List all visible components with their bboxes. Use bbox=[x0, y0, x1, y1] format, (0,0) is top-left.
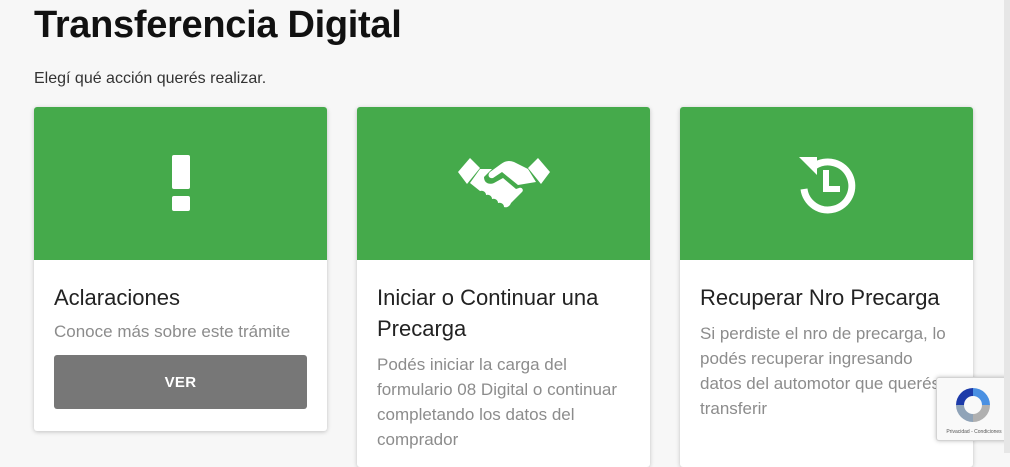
page-title: Transferencia Digital bbox=[34, 4, 402, 46]
recaptcha-links: Privacidad - Condiciones bbox=[937, 429, 1010, 435]
recaptcha-icon bbox=[956, 388, 990, 422]
card-media bbox=[357, 107, 650, 260]
page-subtitle: Elegí qué acción querés realizar. bbox=[34, 70, 267, 87]
history-icon bbox=[798, 156, 855, 213]
handshake-icon bbox=[457, 157, 550, 208]
page-scrollbar[interactable] bbox=[1004, 0, 1010, 453]
card-description: Conoce más sobre este trámite bbox=[54, 322, 291, 341]
card-title: Recuperar Nro Precarga bbox=[700, 285, 940, 310]
card-description: Si perdiste el nro de precarga, lo podés… bbox=[700, 324, 946, 418]
recaptcha-badge[interactable]: Privacidad - Condiciones bbox=[936, 377, 1010, 441]
card-title: Aclaraciones bbox=[54, 285, 180, 310]
terms-link[interactable]: Condiciones bbox=[974, 429, 1002, 435]
exclamation-icon bbox=[171, 154, 190, 211]
recaptcha-separator: - bbox=[971, 429, 973, 435]
card-title: Iniciar o Continuar una Precarga bbox=[377, 285, 599, 341]
card-media bbox=[34, 107, 327, 260]
card-iniciar-precarga[interactable]: Iniciar o Continuar una Precarga Podés i… bbox=[357, 107, 650, 467]
card-recuperar-precarga[interactable]: Recuperar Nro Precarga Si perdiste el nr… bbox=[680, 107, 973, 467]
card-media bbox=[680, 107, 973, 260]
privacy-link[interactable]: Privacidad bbox=[946, 429, 969, 435]
card-aclaraciones: Aclaraciones Conoce más sobre este trámi… bbox=[34, 107, 327, 431]
ver-button[interactable]: VER bbox=[54, 355, 307, 409]
card-description: Podés iniciar la carga del formulario 08… bbox=[377, 355, 618, 449]
